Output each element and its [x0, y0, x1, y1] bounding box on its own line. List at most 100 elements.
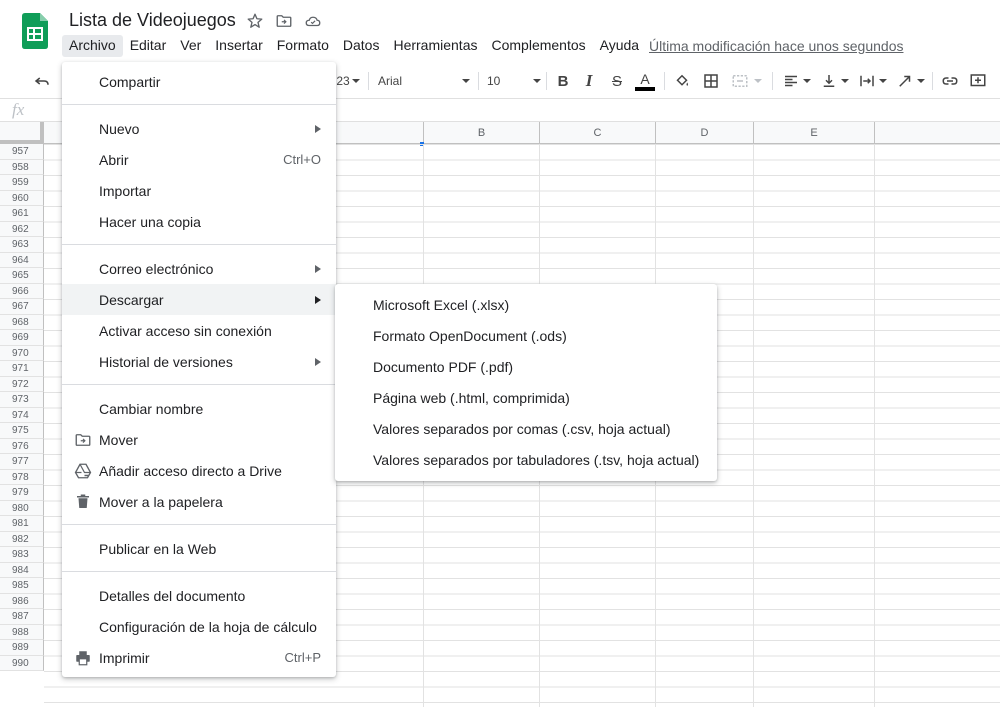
row-header[interactable]: 968 [0, 314, 44, 330]
download-option-valores-separados-por-comas-csv-hoja-actual[interactable]: Valores separados por comas (.csv, hoja … [335, 413, 717, 444]
file-menu-item-nuevo[interactable]: Nuevo [62, 113, 336, 144]
text-rotation-icon[interactable] [894, 71, 926, 91]
row-header[interactable]: 985 [0, 578, 44, 594]
insert-comment-icon[interactable] [968, 71, 988, 91]
menu-item-label: Compartir [99, 73, 161, 90]
italic-button[interactable]: I [580, 71, 598, 91]
last-modified-link[interactable]: Última modificación hace unos segundos [649, 38, 903, 54]
download-option-formato-opendocument-ods[interactable]: Formato OpenDocument (.ods) [335, 320, 717, 351]
file-menu-item-historial-de-versiones[interactable]: Historial de versiones [62, 346, 336, 377]
row-header[interactable]: 986 [0, 593, 44, 609]
row-header[interactable]: 971 [0, 361, 44, 377]
vertical-align-icon[interactable] [818, 71, 850, 91]
fill-color-icon[interactable] [672, 71, 692, 91]
file-menu-item-publicar-en-la-web[interactable]: Publicar en la Web [62, 533, 336, 564]
column-header[interactable]: B [424, 122, 540, 144]
row-header[interactable]: 983 [0, 547, 44, 563]
borders-icon[interactable] [701, 71, 721, 91]
cloud-status-icon[interactable] [304, 12, 322, 30]
row-header[interactable]: 967 [0, 299, 44, 315]
row-header[interactable]: 987 [0, 609, 44, 625]
file-menu-item-activar-acceso-sin-conexion[interactable]: Activar acceso sin conexión [62, 315, 336, 346]
row-header[interactable]: 976 [0, 438, 44, 454]
star-icon[interactable] [246, 12, 264, 30]
row-header[interactable]: 961 [0, 206, 44, 222]
row-header[interactable]: 962 [0, 221, 44, 237]
row-header[interactable]: 989 [0, 640, 44, 656]
file-menu-item-cambiar-nombre[interactable]: Cambiar nombre [62, 393, 336, 424]
row-header[interactable]: 965 [0, 268, 44, 284]
row-header[interactable]: 977 [0, 454, 44, 470]
row-header[interactable]: 970 [0, 345, 44, 361]
file-menu-item-importar[interactable]: Importar [62, 175, 336, 206]
download-option-documento-pdf-pdf[interactable]: Documento PDF (.pdf) [335, 351, 717, 382]
text-wrap-icon[interactable] [856, 71, 888, 91]
row-header[interactable]: 981 [0, 516, 44, 532]
menu-herramientas[interactable]: Herramientas [386, 35, 484, 57]
file-menu-item-descargar[interactable]: Descargar [62, 284, 336, 315]
download-option-microsoft-excel-xlsx[interactable]: Microsoft Excel (.xlsx) [335, 289, 717, 320]
menu-ayuda[interactable]: Ayuda [593, 35, 646, 57]
bold-button[interactable]: B [554, 71, 572, 91]
row-header[interactable]: 974 [0, 407, 44, 423]
merge-cells-icon[interactable] [728, 71, 764, 91]
download-option-valores-separados-por-tabuladores-tsv-hoja-actual[interactable]: Valores separados por tabuladores (.tsv,… [335, 444, 717, 475]
row-header[interactable]: 966 [0, 283, 44, 299]
menu-formato[interactable]: Formato [270, 35, 336, 57]
align-left-icon[interactable] [780, 71, 812, 91]
row-header[interactable]: 979 [0, 485, 44, 501]
file-menu-item-abrir[interactable]: Abrir Ctrl+O [62, 144, 336, 175]
font-size-select[interactable]: 10 [487, 71, 541, 91]
row-header[interactable]: 975 [0, 423, 44, 439]
file-menu-item-detalles-del-documento[interactable]: Detalles del documento [62, 580, 336, 611]
menu-complementos[interactable]: Complementos [484, 35, 592, 57]
document-title[interactable]: Lista de Videojuegos [69, 10, 236, 31]
column-header[interactable]: D [656, 122, 754, 144]
menu-archivo[interactable]: Archivo [62, 35, 123, 57]
row-header[interactable]: 957 [0, 144, 44, 160]
font-select[interactable]: Arial [378, 71, 470, 91]
number-format-label: 23 [336, 74, 350, 88]
file-menu-item-correo-electronico[interactable]: Correo electrónico [62, 253, 336, 284]
column-header-f[interactable] [875, 122, 1000, 144]
column-header[interactable]: E [754, 122, 875, 144]
select-all-corner[interactable] [0, 122, 44, 144]
text-color-button[interactable]: A [634, 71, 656, 91]
menu-datos[interactable]: Datos [336, 35, 387, 57]
file-menu-item-compartir[interactable]: Compartir [62, 66, 336, 97]
sheets-logo-icon[interactable] [22, 13, 48, 49]
file-menu-item-hacer-una-copia[interactable]: Hacer una copia [62, 206, 336, 237]
strikethrough-button[interactable]: S [608, 71, 626, 91]
menu-item-label: Publicar en la Web [99, 540, 217, 557]
row-header[interactable]: 988 [0, 624, 44, 640]
row-header[interactable]: 972 [0, 376, 44, 392]
column-header[interactable]: C [540, 122, 656, 144]
download-option-pagina-web-html-comprimida[interactable]: Página web (.html, comprimida) [335, 382, 717, 413]
row-header[interactable]: 959 [0, 175, 44, 191]
file-menu-item-imprimir[interactable]: Imprimir Ctrl+P [62, 642, 336, 673]
row-header[interactable]: 978 [0, 469, 44, 485]
undo-icon[interactable] [32, 71, 52, 91]
row-header[interactable]: 973 [0, 392, 44, 408]
row-header[interactable]: 984 [0, 562, 44, 578]
row-header[interactable]: 958 [0, 159, 44, 175]
move-folder-icon[interactable] [275, 12, 293, 30]
file-menu-item-anadir-acceso-directo-a-drive[interactable]: Añadir acceso directo a Drive [62, 455, 336, 486]
row-header[interactable]: 980 [0, 500, 44, 516]
link-icon[interactable] [940, 71, 960, 91]
menu-insertar[interactable]: Insertar [208, 35, 269, 57]
row-header[interactable]: 963 [0, 237, 44, 253]
row-header[interactable]: 990 [0, 655, 44, 671]
row-header[interactable]: 964 [0, 252, 44, 268]
row-header[interactable]: 960 [0, 190, 44, 206]
file-menu: Compartir Nuevo Abrir Ctrl+O Importar Hacer u… [62, 62, 336, 677]
row-header[interactable]: 982 [0, 531, 44, 547]
number-format-button[interactable]: 23 [336, 71, 360, 91]
menu-editar[interactable]: Editar [123, 35, 174, 57]
menu-ver[interactable]: Ver [173, 35, 208, 57]
submenu-arrow-icon [315, 358, 321, 366]
row-header[interactable]: 969 [0, 330, 44, 346]
file-menu-item-mover[interactable]: Mover [62, 424, 336, 455]
file-menu-item-mover-a-la-papelera[interactable]: Mover a la papelera [62, 486, 336, 517]
file-menu-item-configuracion-de-la-hoja-de-calculo[interactable]: Configuración de la hoja de cálculo [62, 611, 336, 642]
